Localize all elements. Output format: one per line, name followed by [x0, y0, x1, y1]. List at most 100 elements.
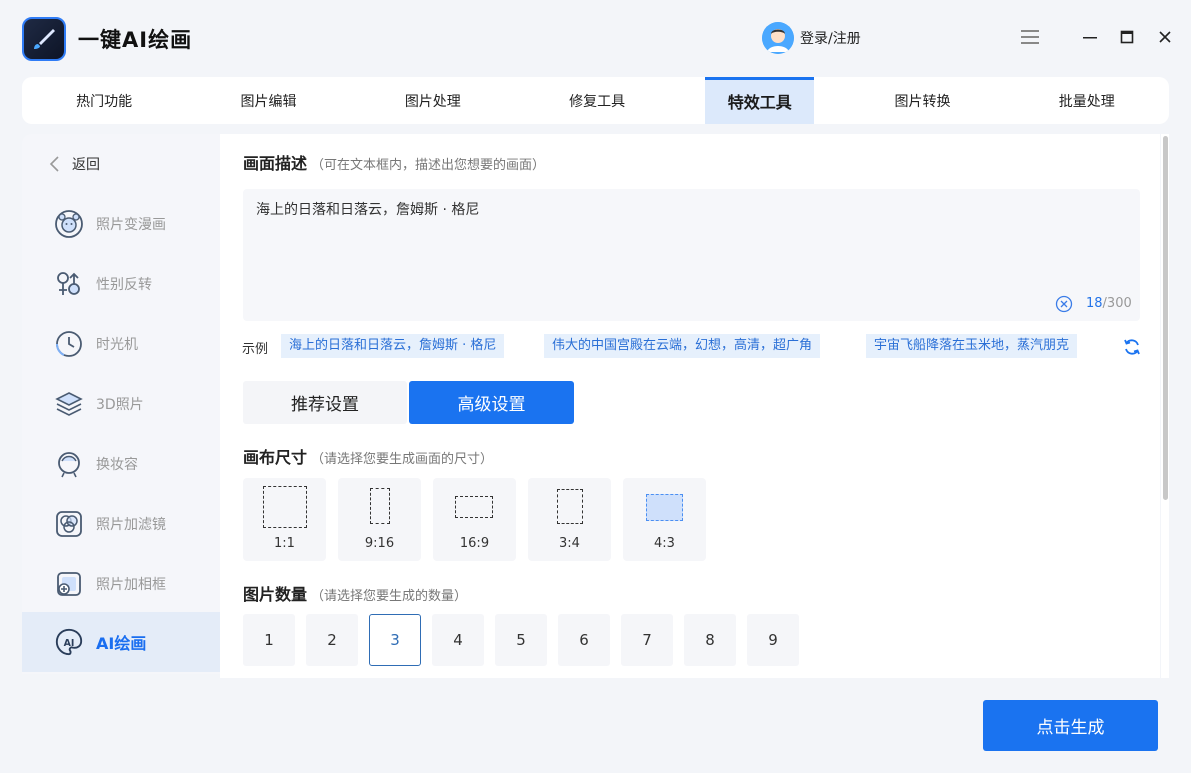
sidebar-item-label: 时光机 — [96, 337, 138, 353]
maximize-icon — [1120, 30, 1134, 44]
sidebar-item-frame[interactable]: 照片加相框 — [22, 554, 220, 614]
ratio-frame — [263, 486, 307, 528]
generate-button[interactable]: 点击生成 — [983, 700, 1158, 751]
ai-palette-icon: AI — [54, 627, 84, 657]
face-makeup-icon — [54, 449, 84, 479]
size-option-16-9[interactable]: 16:9 — [433, 478, 516, 561]
size-option-label: 1:1 — [274, 536, 295, 551]
quantity-option-1[interactable]: 1 — [243, 614, 295, 666]
hamburger-icon — [1021, 30, 1039, 44]
quantity-option-7[interactable]: 7 — [621, 614, 673, 666]
canvas-section-title: 画布尺寸 （请选择您要生成画面的尺寸） — [243, 444, 493, 468]
tab-effects-tools[interactable]: 特效工具 — [705, 77, 815, 124]
quantity-option-3[interactable]: 3 — [369, 614, 421, 666]
clear-circle-icon — [1055, 295, 1073, 313]
minimize-icon — [1083, 37, 1097, 39]
frame-add-icon — [54, 569, 84, 599]
close-button[interactable] — [1155, 26, 1175, 48]
title-bar: 一键AI绘画 登录/注册 — [0, 0, 1191, 78]
size-option-3-4[interactable]: 3:4 — [528, 478, 611, 561]
quantity-option-9[interactable]: 9 — [747, 614, 799, 666]
sidebar-item-label: 换妆容 — [96, 457, 138, 473]
sidebar-item-ai-painting[interactable]: AI AI绘画 — [22, 612, 220, 672]
clear-text-button[interactable] — [1055, 295, 1073, 313]
ratio-frame — [557, 489, 583, 524]
size-option-4-3[interactable]: 4:3 — [623, 478, 706, 561]
login-label: 登录/注册 — [800, 31, 861, 47]
example-chip[interactable]: 宇宙飞船降落在玉米地，蒸汽朋克 — [866, 334, 1078, 358]
sidebar-item-time-machine[interactable]: 时光机 — [22, 314, 220, 374]
tab-hot-features[interactable]: 热门功能 — [22, 77, 186, 124]
sidebar-item-label: AI绘画 — [96, 634, 147, 653]
char-counter: 18/300 — [1086, 296, 1132, 311]
quantity-option-5[interactable]: 5 — [495, 614, 547, 666]
char-max: /300 — [1102, 296, 1132, 311]
sidebar-item-3d-photo[interactable]: 3D照片 — [22, 374, 220, 434]
canvas-hint: （请选择您要生成画面的尺寸） — [311, 452, 494, 467]
app-logo — [22, 17, 66, 61]
description-title: 画面描述 — [243, 154, 308, 173]
gender-icon — [54, 269, 84, 299]
close-icon — [1159, 31, 1171, 43]
description-input[interactable]: 海上的日落和日落云，詹姆斯 · 格尼 18/300 — [243, 189, 1140, 321]
size-option-label: 3:4 — [559, 536, 580, 551]
canvas-title: 画布尺寸 — [243, 448, 308, 467]
app-title: 一键AI绘画 — [78, 28, 193, 52]
quantity-title: 图片数量 — [243, 585, 308, 604]
quantity-option-8[interactable]: 8 — [684, 614, 736, 666]
quantity-section-title: 图片数量 （请选择您要生成的数量） — [243, 581, 467, 605]
sidebar: 返回 照片变漫画 性别反转 时光机 3D照片 换妆容 照片加滤镜 照片加相框 A… — [22, 134, 220, 674]
tab-batch-process[interactable]: 批量处理 — [1005, 77, 1169, 124]
back-label: 返回 — [72, 157, 100, 173]
refresh-icon — [1124, 339, 1140, 355]
user-avatar-icon — [762, 22, 794, 54]
advanced-settings-button[interactable]: 高级设置 — [409, 381, 574, 424]
layers-icon — [54, 389, 84, 419]
minimize-button[interactable] — [1080, 26, 1100, 48]
sidebar-item-filter[interactable]: 照片加滤镜 — [22, 494, 220, 554]
size-option-label: 16:9 — [459, 536, 490, 551]
quantity-hint: （请选择您要生成的数量） — [311, 589, 468, 604]
tab-image-edit[interactable]: 图片编辑 — [186, 77, 350, 124]
description-hint: （可在文本框内，描述出您想要的画面） — [311, 158, 546, 173]
scrollbar-thumb[interactable] — [1163, 136, 1168, 500]
ratio-frame — [455, 496, 493, 518]
filter-icon — [54, 509, 84, 539]
example-label: 示例 — [242, 342, 269, 357]
menu-button[interactable] — [1020, 26, 1040, 48]
back-button[interactable]: 返回 — [48, 154, 100, 174]
size-option-9-16[interactable]: 9:16 — [338, 478, 421, 561]
bear-face-icon — [54, 209, 84, 239]
sidebar-item-label: 3D照片 — [96, 397, 144, 413]
quantity-option-2[interactable]: 2 — [306, 614, 358, 666]
tab-image-convert[interactable]: 图片转换 — [840, 77, 1004, 124]
clock-icon — [54, 329, 84, 359]
refresh-examples-button[interactable] — [1122, 337, 1142, 357]
quantity-option-4[interactable]: 4 — [432, 614, 484, 666]
tab-image-process[interactable]: 图片处理 — [351, 77, 515, 124]
login-button[interactable]: 登录/注册 — [762, 22, 861, 54]
quantity-option-6[interactable]: 6 — [558, 614, 610, 666]
svg-text:AI: AI — [64, 638, 75, 649]
sidebar-item-makeup[interactable]: 换妆容 — [22, 434, 220, 494]
recommended-settings-button[interactable]: 推荐设置 — [243, 381, 407, 424]
size-option-label: 4:3 — [654, 536, 675, 551]
brush-icon — [34, 29, 55, 49]
description-text: 海上的日落和日落云，詹姆斯 · 格尼 — [256, 202, 480, 218]
avatar — [762, 22, 794, 54]
size-option-label: 9:16 — [364, 536, 395, 551]
maximize-button[interactable] — [1117, 26, 1137, 48]
sidebar-item-photo-to-cartoon[interactable]: 照片变漫画 — [22, 194, 220, 254]
tab-repair-tools[interactable]: 修复工具 — [515, 77, 679, 124]
description-section-title: 画面描述 （可在文本框内，描述出您想要的画面） — [243, 150, 545, 174]
example-chip[interactable]: 海上的日落和日落云，詹姆斯 · 格尼 — [281, 334, 505, 358]
sidebar-item-gender-swap[interactable]: 性别反转 — [22, 254, 220, 314]
main-panel: 画面描述 （可在文本框内，描述出您想要的画面） 海上的日落和日落云，詹姆斯 · 格… — [220, 134, 1160, 678]
example-chip[interactable]: 伟大的中国宫殿在云端，幻想，高清，超广角 — [544, 334, 821, 358]
top-nav: 热门功能 图片编辑 图片处理 修复工具 特效工具 图片转换 批量处理 — [22, 77, 1169, 124]
ratio-frame — [646, 494, 683, 521]
char-count: 18 — [1086, 296, 1103, 311]
size-option-1-1[interactable]: 1:1 — [243, 478, 326, 561]
sidebar-item-label: 性别反转 — [96, 277, 152, 293]
chevron-left-icon — [49, 156, 59, 172]
